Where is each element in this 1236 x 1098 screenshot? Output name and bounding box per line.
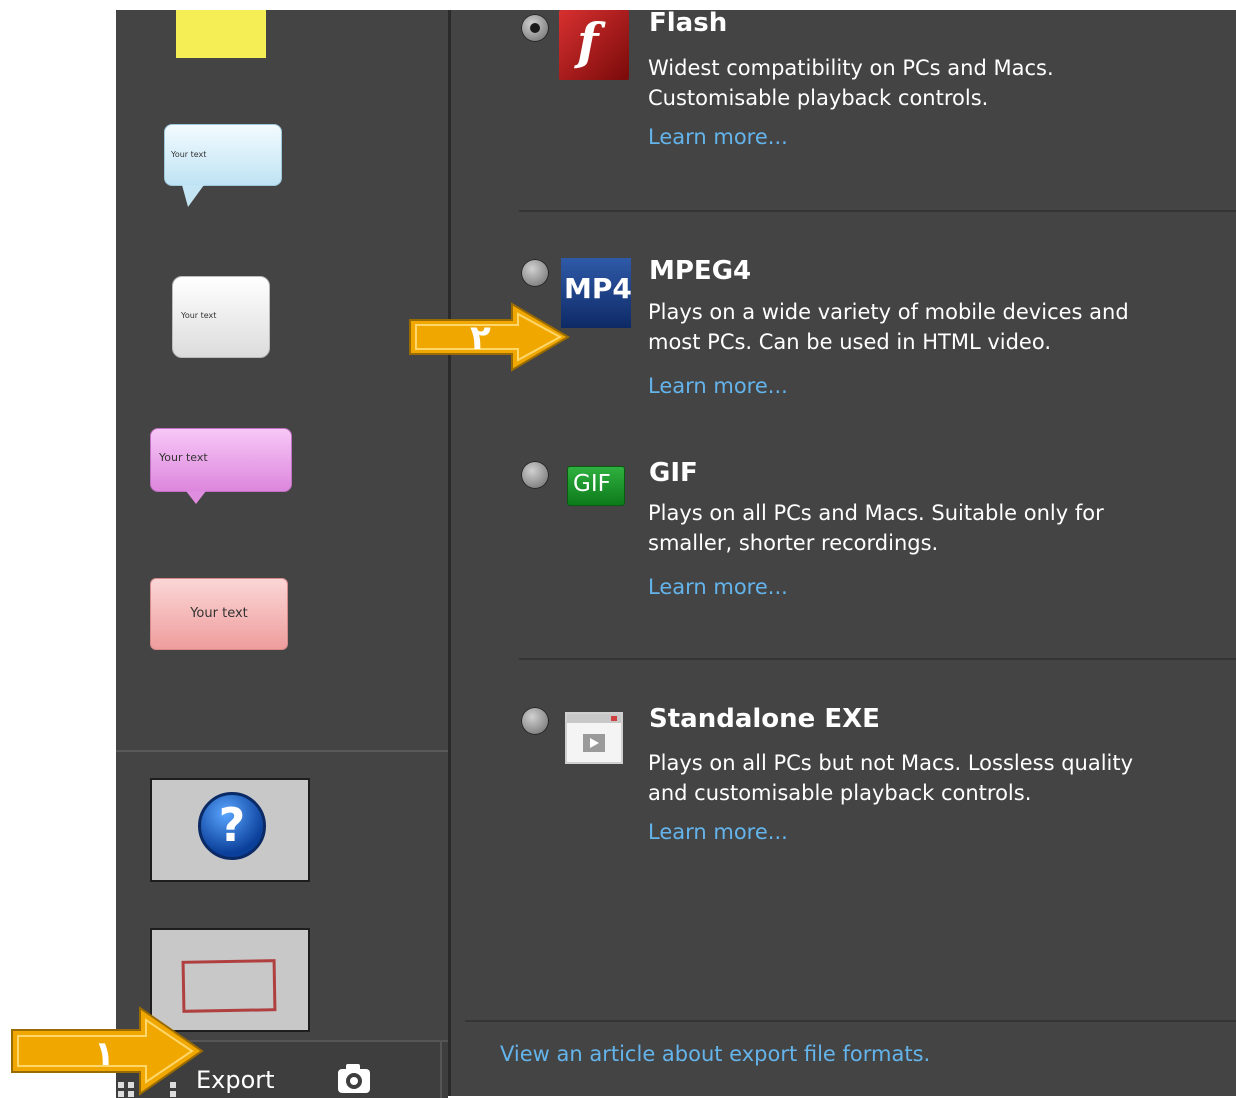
export-formats-article-link[interactable]: View an article about export file format… — [500, 1042, 930, 1066]
exe-window-icon — [565, 712, 623, 764]
format-separator — [519, 658, 1236, 660]
format-description-flash: Widest compatibility on PCs and Macs. Cu… — [648, 56, 1054, 110]
export-button[interactable]: Export — [196, 1066, 275, 1094]
sticky-note-shape[interactable] — [176, 10, 266, 58]
gif-radio[interactable] — [521, 461, 549, 489]
question-mark-icon: ? — [198, 792, 266, 860]
help-image-thumbnail[interactable]: ? — [150, 778, 310, 882]
annotation-arrow-1: ١ — [10, 1006, 206, 1096]
mpeg4-radio[interactable] — [521, 259, 549, 287]
callout-text: Your text — [181, 311, 217, 320]
camera-icon[interactable] — [338, 1064, 370, 1094]
annotation-arrow-2: ٢ — [408, 302, 572, 372]
toolbar-divider — [440, 1042, 442, 1098]
callout-speech-blue[interactable]: Your text — [164, 124, 282, 207]
callout-rect-pink[interactable]: Your text — [150, 578, 288, 650]
annotation-label-2: ٢ — [470, 318, 491, 358]
flash-radio[interactable] — [521, 14, 549, 42]
format-title-flash: Flash — [649, 8, 728, 38]
callout-text: Your text — [171, 150, 207, 159]
callout-text: Your text — [190, 606, 248, 621]
callout-text: Your text — [159, 451, 208, 464]
learn-more-link-exe[interactable]: Learn more... — [648, 820, 788, 844]
format-separator — [519, 210, 1236, 212]
exe-radio[interactable] — [521, 707, 549, 735]
format-title-mpeg4: MPEG4 — [649, 256, 752, 286]
learn-more-link-flash[interactable]: Learn more... — [648, 125, 788, 149]
format-description-gif: Plays on all PCs and Macs. Suitable only… — [648, 501, 1104, 555]
learn-more-link-gif[interactable]: Learn more... — [648, 575, 788, 599]
format-title-gif: GIF — [649, 458, 698, 488]
rectangle-outline-icon — [181, 959, 277, 1013]
format-description-mpeg4: Plays on a wide variety of mobile device… — [648, 300, 1129, 354]
flash-icon: f — [559, 10, 629, 80]
sidebar-separator — [116, 750, 448, 752]
format-description-exe: Plays on all PCs but not Macs. Lossless … — [648, 751, 1134, 805]
learn-more-link-mpeg4[interactable]: Learn more... — [648, 374, 788, 398]
callout-speech-pink[interactable]: Your text — [150, 428, 292, 508]
annotation-label-1: ١ — [94, 1034, 115, 1074]
callout-rounded-white[interactable]: Your text — [172, 276, 270, 358]
export-format-panel: f Flash Widest compatibility on PCs and … — [451, 8, 1236, 1096]
footer-separator — [465, 1020, 1236, 1022]
shape-gallery-sidebar: Your text Your text Your text Your text … — [116, 10, 448, 1098]
gif-icon: GIF — [567, 466, 625, 506]
format-title-exe: Standalone EXE — [649, 704, 880, 734]
